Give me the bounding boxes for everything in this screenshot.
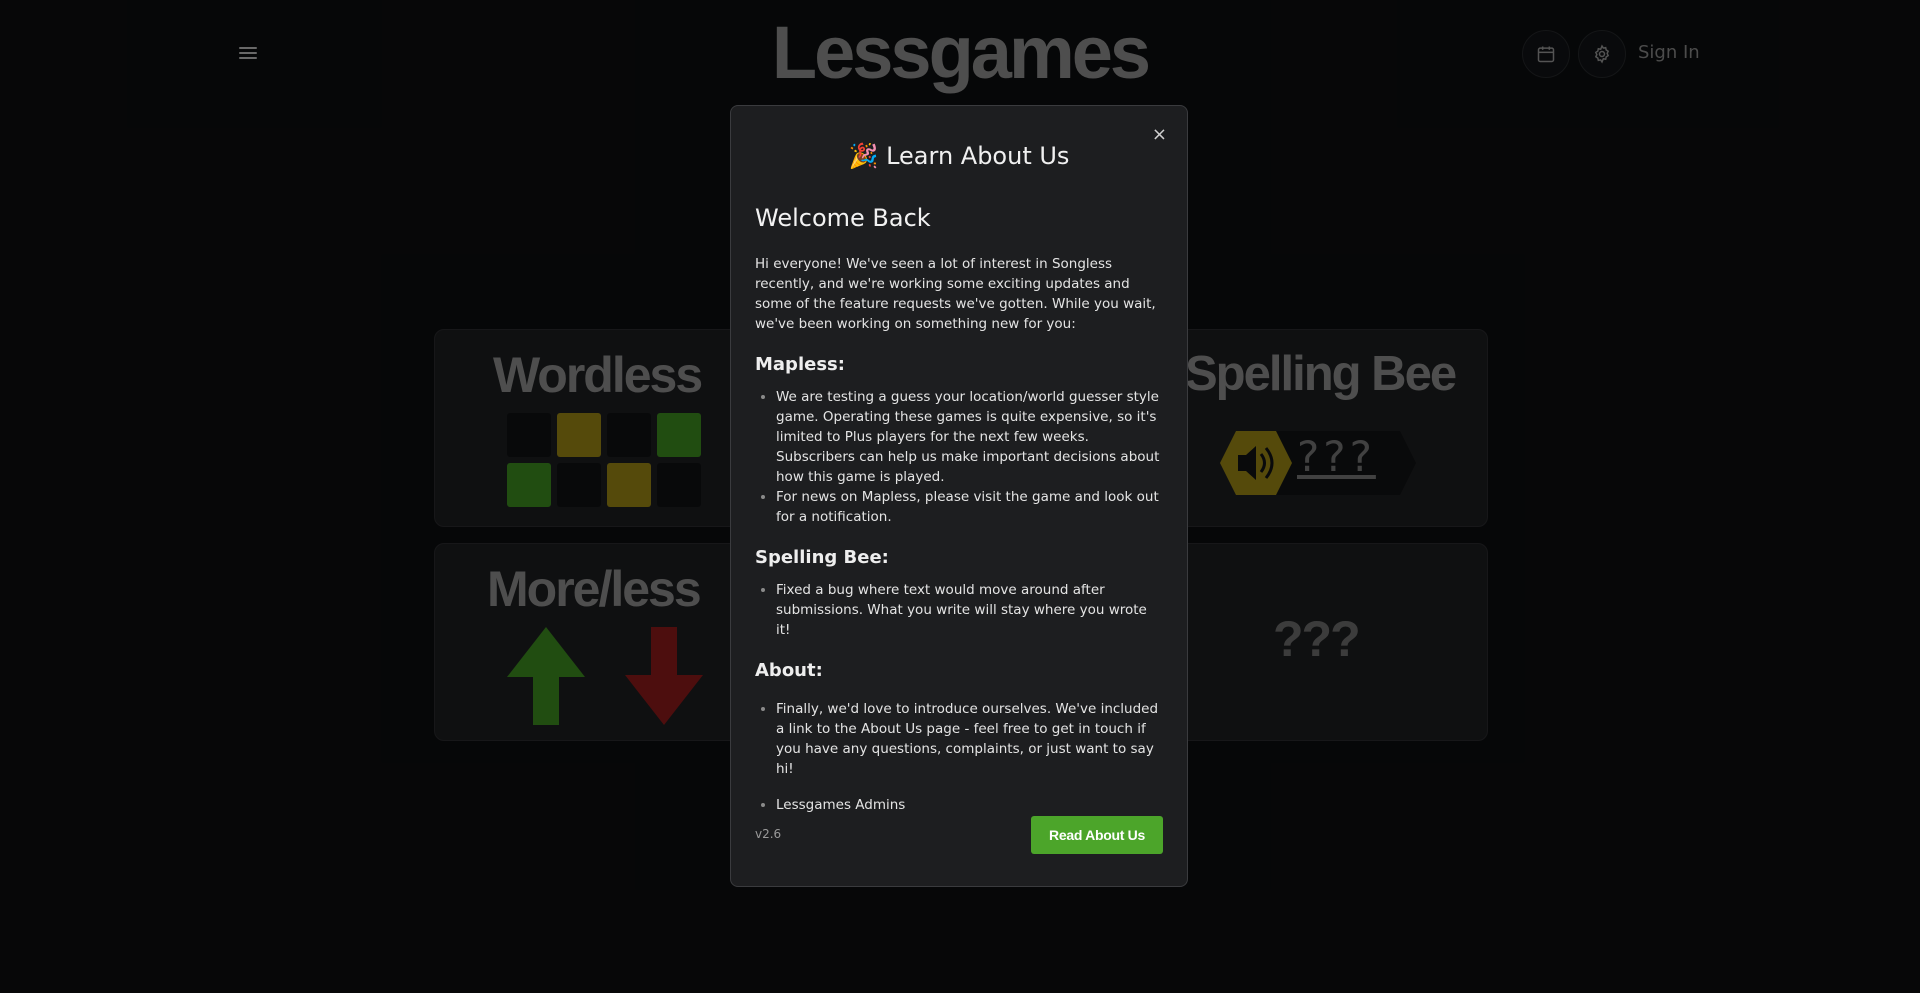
read-about-us-button[interactable]: Read About Us — [1031, 816, 1163, 854]
list-item: For news on Mapless, please visit the ga… — [776, 487, 1163, 527]
section-heading-about: About: — [755, 660, 823, 681]
spelling-bee-list: Fixed a bug where text would move around… — [755, 580, 1163, 640]
welcome-heading: Welcome Back — [755, 204, 931, 232]
about-list: Finally, we'd love to introduce ourselve… — [755, 699, 1163, 815]
intro-paragraph: Hi everyone! We've seen a lot of interes… — [755, 256, 1156, 332]
section-heading-spelling-bee: Spelling Bee: — [755, 547, 889, 568]
version-label: v2.6 — [755, 827, 782, 841]
list-item: Finally, we'd love to introduce ourselve… — [776, 699, 1163, 779]
list-item: We are testing a guess your location/wor… — [776, 387, 1163, 487]
section-heading-mapless: Mapless: — [755, 354, 845, 375]
list-item: Lessgames Admins — [776, 795, 1163, 815]
learn-about-us-modal: × 🎉 Learn About Us Welcome Back Hi every… — [730, 105, 1188, 887]
close-icon[interactable]: × — [1152, 124, 1167, 145]
modal-title: 🎉 Learn About Us — [848, 142, 1070, 170]
list-item: Fixed a bug where text would move around… — [776, 580, 1163, 640]
mapless-list: We are testing a guess your location/wor… — [755, 387, 1163, 527]
